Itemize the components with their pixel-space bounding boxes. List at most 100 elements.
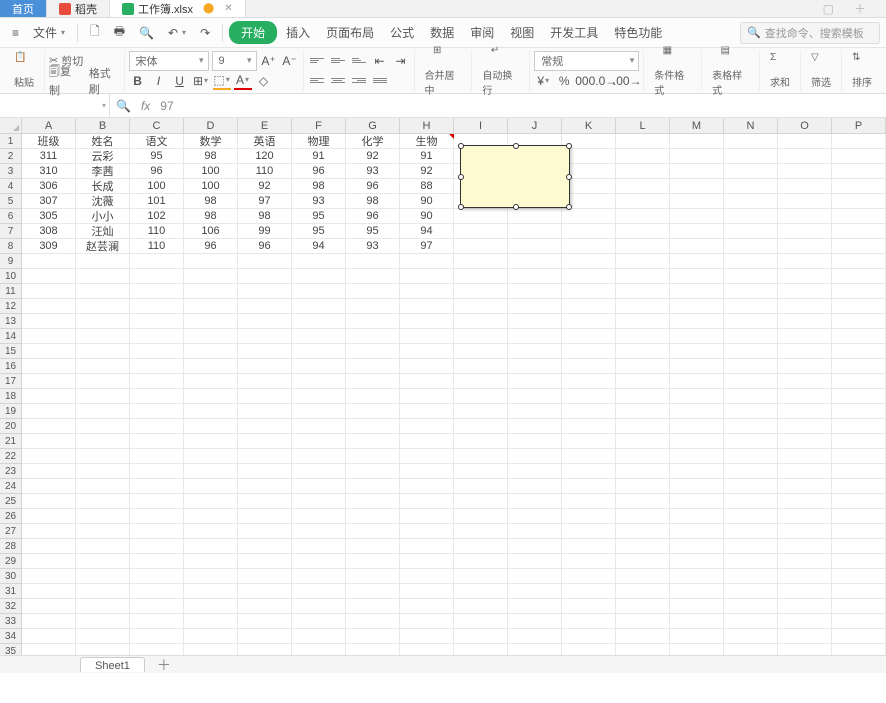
row-header-13[interactable]: 13 xyxy=(0,314,22,329)
tab-docx[interactable]: 稻壳 xyxy=(47,0,110,17)
cell-D20[interactable] xyxy=(184,419,238,434)
cell-M15[interactable] xyxy=(670,344,724,359)
col-header-A[interactable]: A xyxy=(22,118,76,133)
cell-B1[interactable]: 姓名 xyxy=(76,134,130,149)
cell-P32[interactable] xyxy=(832,599,886,614)
cell-E27[interactable] xyxy=(238,524,292,539)
cell-P16[interactable] xyxy=(832,359,886,374)
cell-H8[interactable]: 97 xyxy=(400,239,454,254)
undo-icon[interactable]: ↶▾ xyxy=(162,23,192,43)
cell-B17[interactable] xyxy=(76,374,130,389)
cell-A12[interactable] xyxy=(22,299,76,314)
cell-B5[interactable]: 沈薇 xyxy=(76,194,130,209)
row-header-8[interactable]: 8 xyxy=(0,239,22,254)
cell-F11[interactable] xyxy=(292,284,346,299)
row-header-19[interactable]: 19 xyxy=(0,404,22,419)
decrease-font-icon[interactable]: A⁻ xyxy=(281,52,299,70)
cell-C26[interactable] xyxy=(130,509,184,524)
cell-F31[interactable] xyxy=(292,584,346,599)
cell-O27[interactable] xyxy=(778,524,832,539)
cell-E18[interactable] xyxy=(238,389,292,404)
cell-P11[interactable] xyxy=(832,284,886,299)
cell-J27[interactable] xyxy=(508,524,562,539)
cell-B32[interactable] xyxy=(76,599,130,614)
cell-A4[interactable]: 306 xyxy=(22,179,76,194)
cell-M22[interactable] xyxy=(670,449,724,464)
cell-I26[interactable] xyxy=(454,509,508,524)
cell-G19[interactable] xyxy=(346,404,400,419)
cell-E31[interactable] xyxy=(238,584,292,599)
cell-J32[interactable] xyxy=(508,599,562,614)
cell-M10[interactable] xyxy=(670,269,724,284)
cell-A2[interactable]: 311 xyxy=(22,149,76,164)
cell-D16[interactable] xyxy=(184,359,238,374)
cell-L17[interactable] xyxy=(616,374,670,389)
cell-I13[interactable] xyxy=(454,314,508,329)
cell-M16[interactable] xyxy=(670,359,724,374)
copy-button[interactable]: 🗐复制 xyxy=(49,63,80,98)
cell-O29[interactable] xyxy=(778,554,832,569)
cell-G8[interactable]: 93 xyxy=(346,239,400,254)
cell-F3[interactable]: 96 xyxy=(292,164,346,179)
decrease-indent-icon[interactable]: ⇤ xyxy=(371,52,389,70)
cell-H28[interactable] xyxy=(400,539,454,554)
cell-D23[interactable] xyxy=(184,464,238,479)
cell-J17[interactable] xyxy=(508,374,562,389)
cell-B11[interactable] xyxy=(76,284,130,299)
cell-P14[interactable] xyxy=(832,329,886,344)
cell-K9[interactable] xyxy=(562,254,616,269)
cell-I18[interactable] xyxy=(454,389,508,404)
cell-B34[interactable] xyxy=(76,629,130,644)
cell-P26[interactable] xyxy=(832,509,886,524)
formula-input[interactable]: 97 xyxy=(160,99,173,113)
cell-F17[interactable] xyxy=(292,374,346,389)
cell-C27[interactable] xyxy=(130,524,184,539)
clear-format-icon[interactable]: ◇ xyxy=(255,72,273,90)
cell-D14[interactable] xyxy=(184,329,238,344)
cell-G21[interactable] xyxy=(346,434,400,449)
cell-A27[interactable] xyxy=(22,524,76,539)
tab-xlsx[interactable]: 工作簿.xlsx ⬤ ✕ xyxy=(110,0,246,17)
row-header-27[interactable]: 27 xyxy=(0,524,22,539)
cell-H9[interactable] xyxy=(400,254,454,269)
cell-F1[interactable]: 物理 xyxy=(292,134,346,149)
cell-F33[interactable] xyxy=(292,614,346,629)
cell-E6[interactable]: 98 xyxy=(238,209,292,224)
cell-B26[interactable] xyxy=(76,509,130,524)
cell-O8[interactable] xyxy=(778,239,832,254)
cell-H21[interactable] xyxy=(400,434,454,449)
cell-C18[interactable] xyxy=(130,389,184,404)
cell-K34[interactable] xyxy=(562,629,616,644)
row-header-25[interactable]: 25 xyxy=(0,494,22,509)
cell-O17[interactable] xyxy=(778,374,832,389)
cell-C24[interactable] xyxy=(130,479,184,494)
cell-L31[interactable] xyxy=(616,584,670,599)
cell-K15[interactable] xyxy=(562,344,616,359)
cell-N8[interactable] xyxy=(724,239,778,254)
cell-N33[interactable] xyxy=(724,614,778,629)
cell-M7[interactable] xyxy=(670,224,724,239)
cell-I12[interactable] xyxy=(454,299,508,314)
cell-C14[interactable] xyxy=(130,329,184,344)
cell-M30[interactable] xyxy=(670,569,724,584)
cell-J26[interactable] xyxy=(508,509,562,524)
menu-data[interactable]: 数据 xyxy=(423,21,461,44)
cell-D24[interactable] xyxy=(184,479,238,494)
cell-styles-button[interactable]: ▤ 表格样式 xyxy=(706,45,755,97)
cell-J13[interactable] xyxy=(508,314,562,329)
cell-G14[interactable] xyxy=(346,329,400,344)
cells-area[interactable]: 班级姓名语文数学英语物理化学生物311云彩9598120919291310李茜9… xyxy=(22,134,886,673)
cell-P34[interactable] xyxy=(832,629,886,644)
cell-J7[interactable] xyxy=(508,224,562,239)
cell-K22[interactable] xyxy=(562,449,616,464)
cell-H34[interactable] xyxy=(400,629,454,644)
cell-M31[interactable] xyxy=(670,584,724,599)
cell-D6[interactable]: 98 xyxy=(184,209,238,224)
cell-N28[interactable] xyxy=(724,539,778,554)
cell-K4[interactable] xyxy=(562,179,616,194)
cell-E28[interactable] xyxy=(238,539,292,554)
cell-N25[interactable] xyxy=(724,494,778,509)
cell-F21[interactable] xyxy=(292,434,346,449)
cell-M13[interactable] xyxy=(670,314,724,329)
cell-E11[interactable] xyxy=(238,284,292,299)
